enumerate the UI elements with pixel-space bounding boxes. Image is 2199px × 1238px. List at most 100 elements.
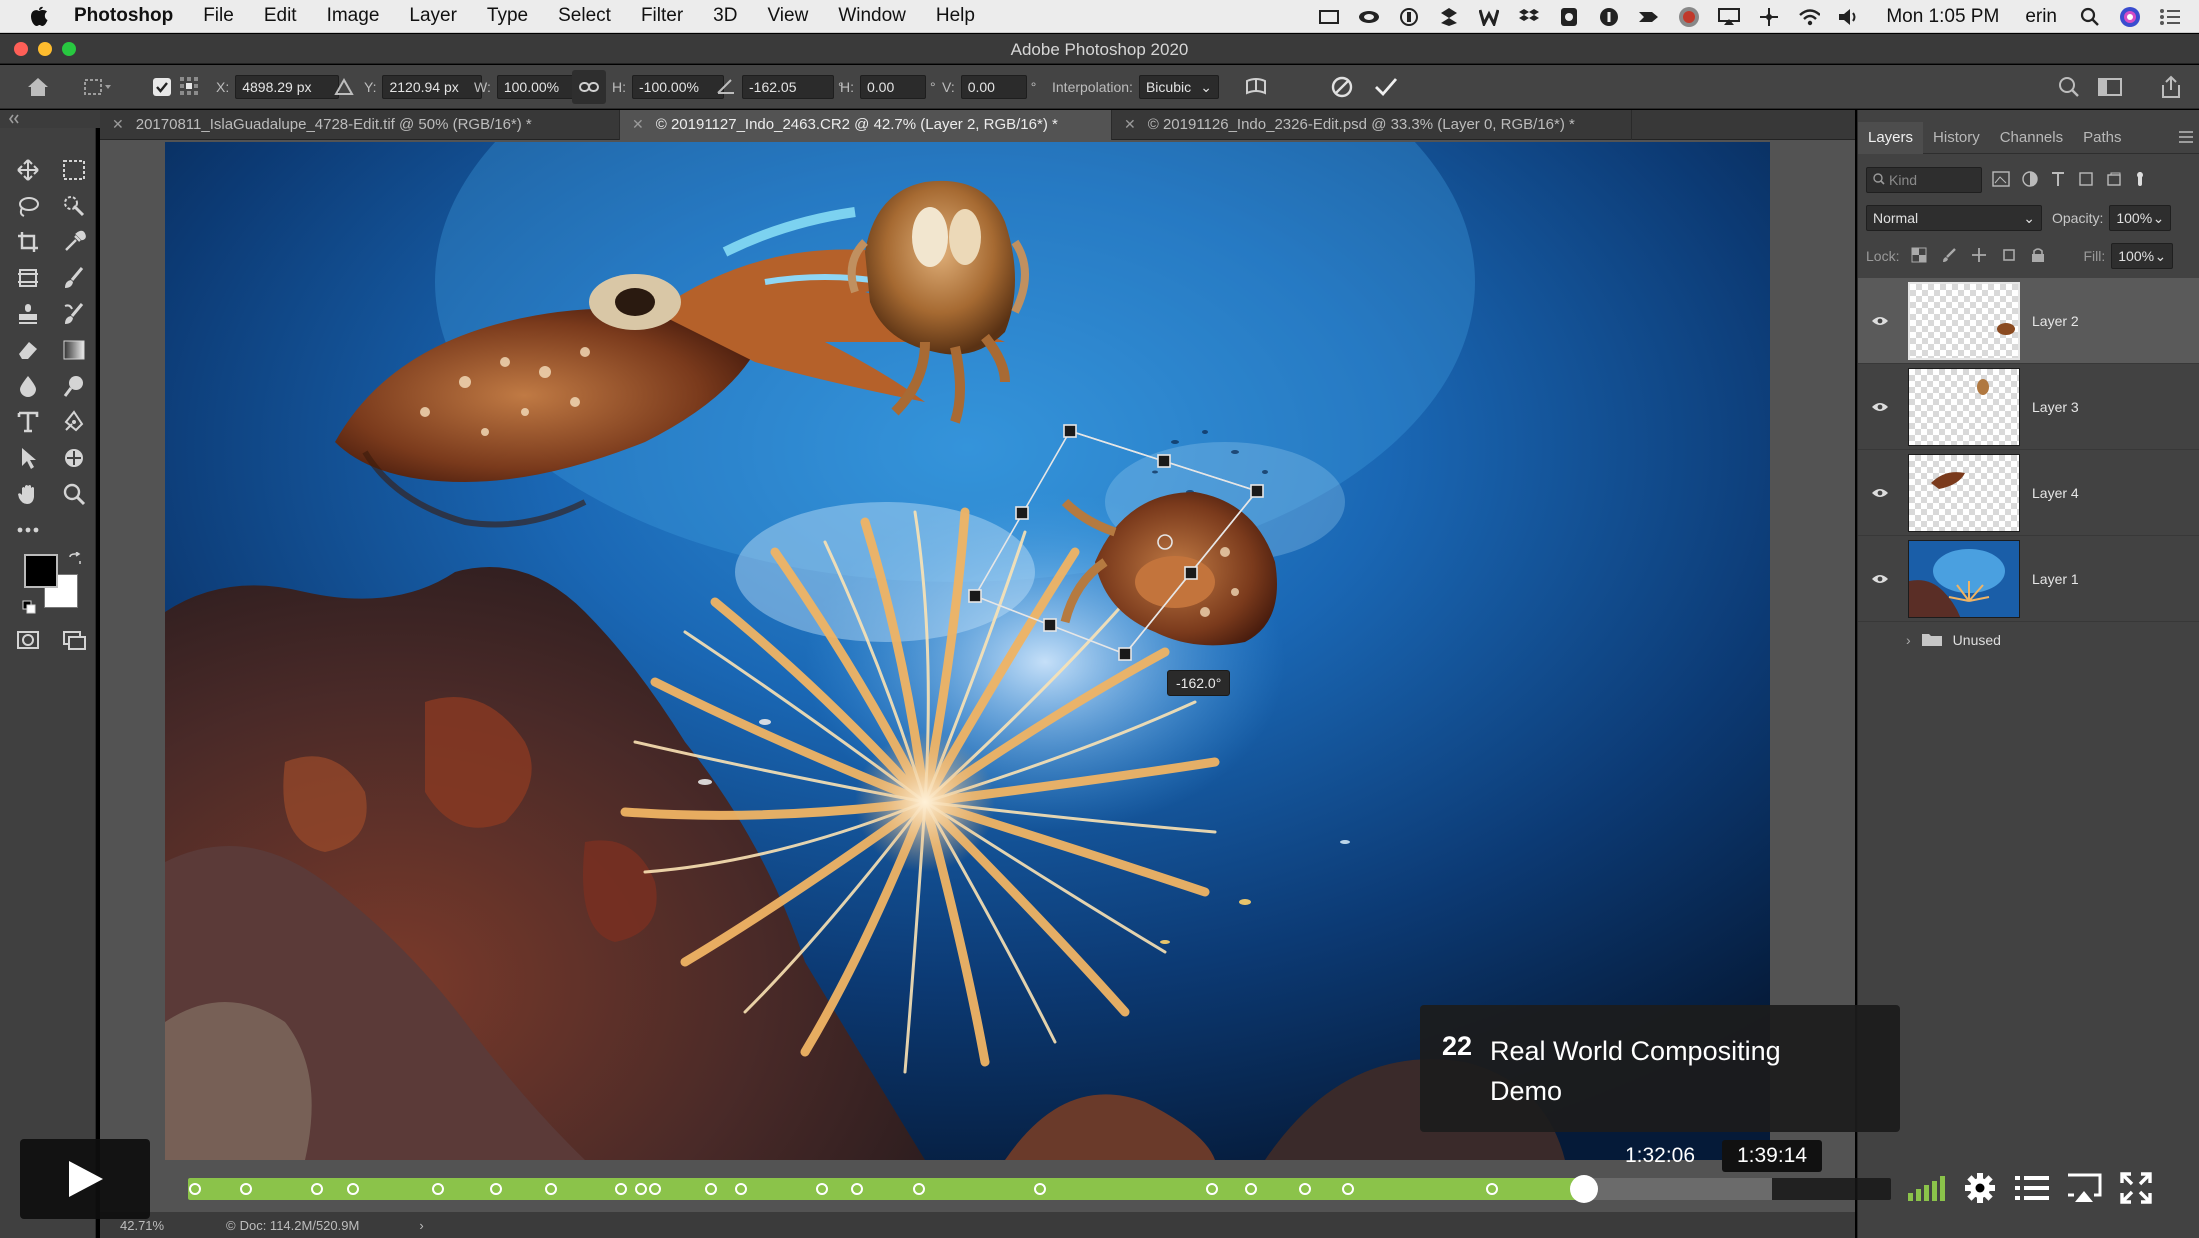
- menu-filter[interactable]: Filter: [641, 5, 683, 27]
- tab-paths[interactable]: Paths: [2073, 122, 2131, 154]
- reference-point-grid-icon[interactable]: [179, 76, 199, 99]
- progress-scrubber-knob[interactable]: [1570, 1175, 1599, 1203]
- settings-gear-icon[interactable]: [1956, 1164, 2004, 1212]
- menu-type[interactable]: Type: [487, 5, 528, 27]
- transform-tool-preset-icon[interactable]: [82, 65, 112, 109]
- layer-thumbnail[interactable]: [1908, 281, 2020, 360]
- chapters-list-icon[interactable]: [2008, 1164, 2056, 1212]
- eyedropper-tool-icon[interactable]: [56, 226, 92, 258]
- filter-adjustment-icon[interactable]: [2022, 170, 2038, 190]
- visibility-eye-icon[interactable]: [1858, 573, 1902, 585]
- menubar-clock[interactable]: Mon 1:05 PM: [1886, 6, 1999, 28]
- swap-colors-icon[interactable]: [68, 551, 82, 571]
- search-icon[interactable]: [2058, 65, 2080, 109]
- path-selection-tool-icon[interactable]: [10, 442, 46, 474]
- menu-image[interactable]: Image: [327, 5, 380, 27]
- play-button[interactable]: [20, 1139, 150, 1219]
- pen-tool-icon[interactable]: [56, 406, 92, 438]
- airplay-icon[interactable]: [2060, 1164, 2108, 1212]
- menu-app-photoshop[interactable]: Photoshop: [74, 5, 173, 27]
- marquee-tool-icon[interactable]: [56, 154, 92, 186]
- chapter-marker[interactable]: [544, 1183, 557, 1195]
- visibility-eye-icon[interactable]: [1858, 487, 1902, 499]
- chapter-marker[interactable]: [912, 1183, 925, 1195]
- info-icon[interactable]: [1598, 6, 1620, 28]
- menu-layer[interactable]: Layer: [409, 5, 457, 27]
- tab-document-3[interactable]: ✕ © 20191126_Indo_2326-Edit.psd @ 33.3% …: [1112, 109, 1632, 140]
- layer-group-unused[interactable]: › Unused: [1858, 622, 2199, 658]
- chapter-marker[interactable]: [239, 1183, 252, 1195]
- backup-icon[interactable]: [1558, 6, 1580, 28]
- brush-tool-icon[interactable]: [56, 262, 92, 294]
- lock-pixels-icon[interactable]: [1941, 247, 1957, 266]
- menubar-user[interactable]: erin: [2025, 6, 2057, 28]
- clone-stamp-tool-icon[interactable]: [10, 298, 46, 330]
- interpolation-select[interactable]: Bicubic ⌄: [1138, 75, 1219, 99]
- chapter-marker[interactable]: [1205, 1183, 1218, 1195]
- default-colors-icon[interactable]: [22, 600, 36, 619]
- layer-row-layer-1[interactable]: Layer 1: [1858, 536, 2199, 622]
- move-tool-icon[interactable]: [10, 154, 46, 186]
- chapter-marker[interactable]: [311, 1183, 324, 1195]
- chapter-marker[interactable]: [704, 1183, 717, 1195]
- lasso-tool-icon[interactable]: [10, 190, 46, 222]
- hand-tool-icon[interactable]: [10, 478, 46, 510]
- commit-transform-icon[interactable]: [1374, 65, 1398, 109]
- filter-shape-icon[interactable]: [2078, 171, 2094, 190]
- group-name[interactable]: Unused: [1953, 632, 2001, 648]
- sync-status-icon[interactable]: [1398, 6, 1420, 28]
- close-tab-icon[interactable]: ✕: [1124, 116, 1136, 133]
- layer-name[interactable]: Layer 1: [2032, 571, 2079, 587]
- visibility-eye-icon[interactable]: [1858, 401, 1902, 413]
- dodge-tool-icon[interactable]: [56, 370, 92, 402]
- type-tool-icon[interactable]: [10, 406, 46, 438]
- frame-tool-icon[interactable]: [10, 262, 46, 294]
- blend-mode-select[interactable]: Normal ⌄: [1866, 205, 2042, 231]
- menu-help[interactable]: Help: [936, 5, 975, 27]
- chapter-marker[interactable]: [634, 1183, 647, 1195]
- menu-select[interactable]: Select: [558, 5, 611, 27]
- creative-cloud-icon[interactable]: [1358, 6, 1380, 28]
- fullscreen-icon[interactable]: [2112, 1164, 2160, 1212]
- close-tab-icon[interactable]: ✕: [112, 116, 124, 133]
- menu-view[interactable]: View: [767, 5, 808, 27]
- transform-handle-bottom-right[interactable]: [1118, 647, 1132, 661]
- tab-document-1[interactable]: ✕ 20170811_IslaGuadalupe_4728-Edit.tif @…: [100, 109, 620, 140]
- cancel-transform-icon[interactable]: [1330, 65, 1354, 109]
- chapter-marker[interactable]: [432, 1183, 445, 1195]
- visibility-eye-icon[interactable]: [1858, 315, 1902, 327]
- record-icon[interactable]: [1678, 6, 1700, 28]
- quality-bars-icon[interactable]: [1904, 1164, 1952, 1212]
- height-field[interactable]: -100.00%: [632, 75, 724, 99]
- close-tab-icon[interactable]: ✕: [632, 116, 644, 133]
- transform-handle-top-left[interactable]: [1063, 424, 1077, 438]
- layer-row-layer-3[interactable]: Layer 3: [1858, 364, 2199, 450]
- chapter-marker[interactable]: [347, 1183, 360, 1195]
- chapter-marker[interactable]: [490, 1183, 503, 1195]
- chapter-marker[interactable]: [735, 1183, 748, 1195]
- notification-center-icon[interactable]: [2159, 6, 2181, 28]
- filter-smart-object-icon[interactable]: [2106, 171, 2122, 190]
- horizontal-skew-field[interactable]: 0.00: [860, 75, 926, 99]
- menu-3d[interactable]: 3D: [713, 5, 737, 27]
- lock-artboard-icon[interactable]: [2001, 247, 2017, 266]
- x-position-field[interactable]: 4898.29 px: [235, 75, 340, 99]
- airplay-icon[interactable]: [1718, 6, 1741, 28]
- tools-panel-header[interactable]: [0, 110, 100, 128]
- maintain-aspect-link-icon[interactable]: [572, 65, 606, 109]
- transform-handle-bottom-left[interactable]: [968, 589, 982, 603]
- display-icon[interactable]: [1318, 6, 1340, 28]
- transform-handle-top-right[interactable]: [1250, 484, 1264, 498]
- workspace-layout-icon[interactable]: [2098, 65, 2122, 109]
- edit-toolbar-icon[interactable]: [10, 514, 46, 546]
- filter-pixel-icon[interactable]: [1992, 170, 2010, 190]
- layer-name[interactable]: Layer 3: [2032, 399, 2079, 415]
- crop-tool-icon[interactable]: [10, 226, 46, 258]
- tab-layers[interactable]: Layers: [1858, 121, 1924, 154]
- chapter-marker[interactable]: [1299, 1183, 1312, 1195]
- relative-position-icon[interactable]: [334, 65, 354, 109]
- layer-name[interactable]: Layer 2: [2032, 313, 2079, 329]
- transform-handle-left[interactable]: [1015, 506, 1029, 520]
- filter-toggle-icon[interactable]: [2134, 171, 2146, 190]
- chapter-marker[interactable]: [1033, 1183, 1046, 1195]
